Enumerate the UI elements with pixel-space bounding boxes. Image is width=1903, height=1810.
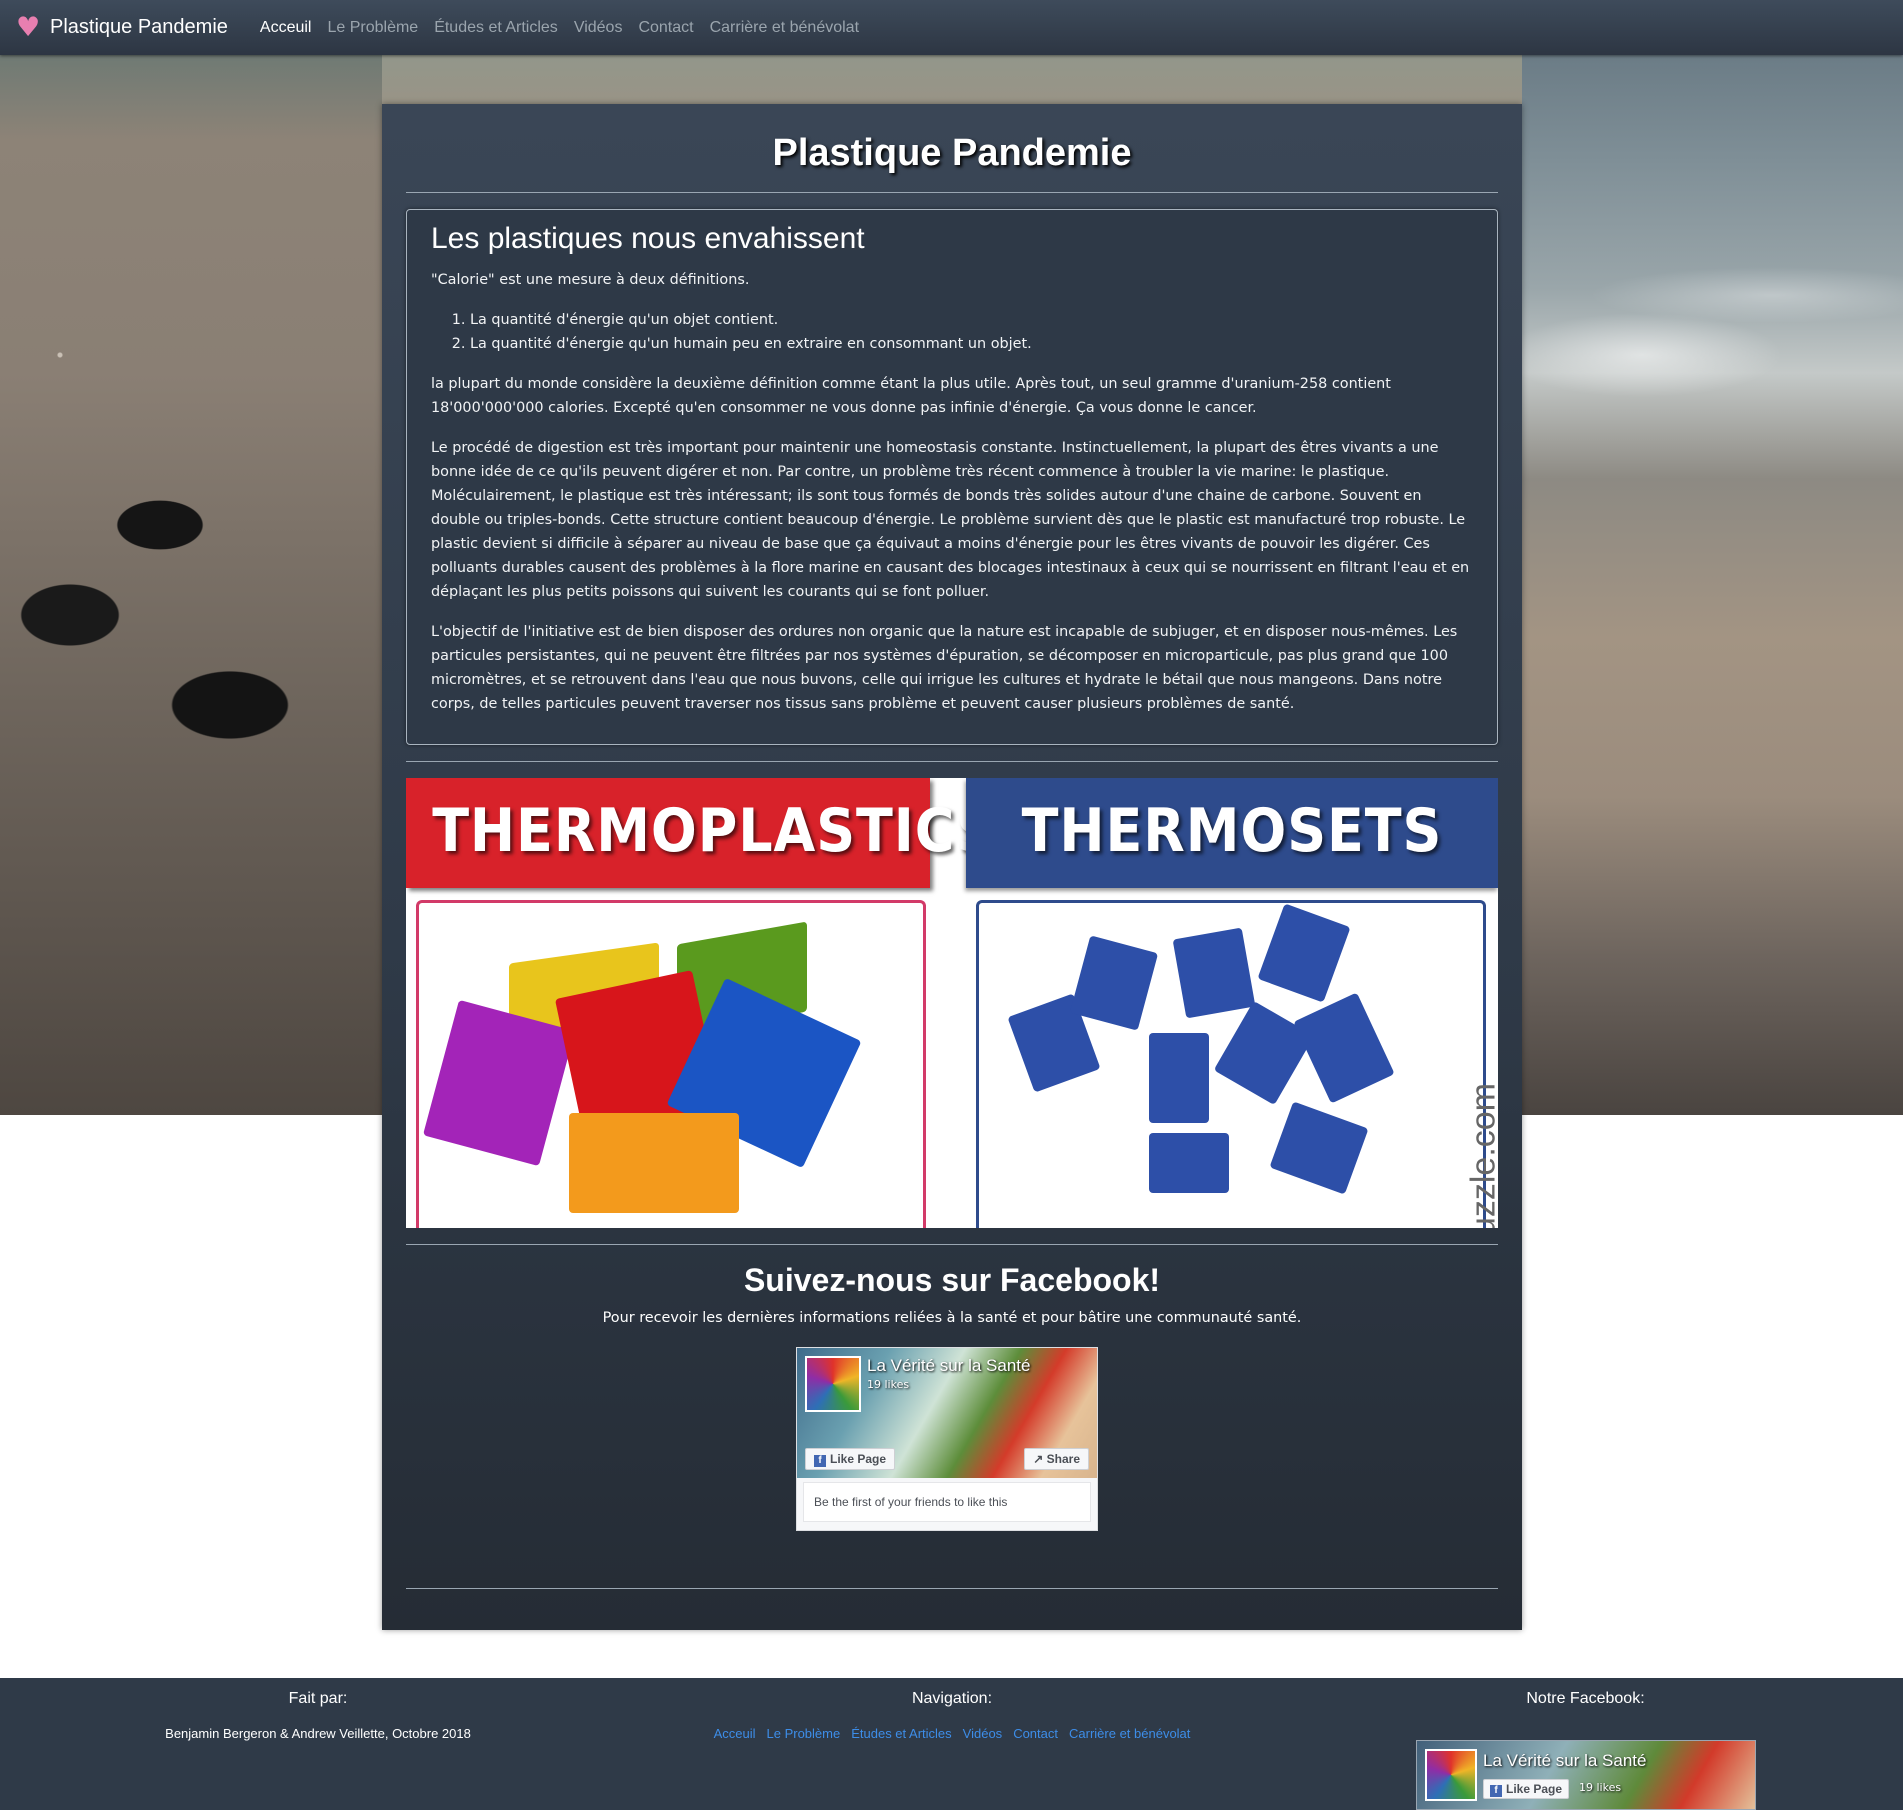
article-paragraph-2: Le procédé de digestion est très importa… <box>431 440 1470 600</box>
nav-links: Acceuil Le Problème Études et Articles V… <box>260 19 859 37</box>
like-page-button[interactable]: f Like Page <box>805 1448 896 1470</box>
footer-link-contact[interactable]: Contact <box>1013 1726 1058 1741</box>
beach-debris-left <box>0 55 382 1115</box>
article-paragraph-3: L'objectif de l'initiative est de bien d… <box>431 624 1458 712</box>
footer-fb-page-name[interactable]: La Vérité sur la Santé <box>1483 1751 1646 1771</box>
footer-link-carriere[interactable]: Carrière et bénévolat <box>1069 1726 1190 1741</box>
lego-bricks-picture <box>416 900 926 1228</box>
footer-authors: Benjamin Bergeron & Andrew Veillette, Oc… <box>165 1726 471 1741</box>
nav-link-etudes-articles[interactable]: Études et Articles <box>434 19 558 37</box>
thermosets-label: THERMOSETS <box>1021 796 1443 866</box>
page-title: Plastique Pandemie <box>772 132 1132 174</box>
facebook-subtitle: Pour recevoir les dernières informations… <box>602 1310 1302 1326</box>
footer-link-etudes-articles[interactable]: Études et Articles <box>851 1726 951 1741</box>
facebook-likes: 19 likes <box>867 1378 910 1391</box>
footer-nav-heading: Navigation: <box>911 1690 993 1707</box>
divider <box>406 761 1498 762</box>
facebook-icon: f <box>814 1455 826 1467</box>
list-item: La quantité d'énergie qu'un humain peu e… <box>470 332 1473 356</box>
footer-link-acceuil[interactable]: Acceuil <box>714 1726 756 1741</box>
article-card: Les plastiques nous envahissent "Calorie… <box>406 209 1498 745</box>
page-avatar[interactable] <box>805 1356 861 1412</box>
share-label: Share <box>1046 1452 1080 1466</box>
facebook-friends-text: Be the first of your friends to like thi… <box>803 1482 1091 1522</box>
article-intro: "Calorie" est une mesure à deux définiti… <box>431 272 750 288</box>
footer-facebook-widget[interactable]: La Vérité sur la Santé f Like Page 19 lik… <box>1416 1740 1756 1810</box>
share-icon: ↗ <box>1033 1452 1047 1466</box>
facebook-page-name[interactable]: La Vérité sur la Santé <box>867 1356 1030 1376</box>
thermoplastics-banner: THERMOPLASTICS <box>406 778 997 888</box>
nav-link-acceuil[interactable]: Acceuil <box>260 19 312 37</box>
divider <box>406 192 1498 193</box>
nav-link-le-probleme[interactable]: Le Problème <box>327 19 418 37</box>
brand-name[interactable]: Plastique Pandemie <box>50 16 228 39</box>
share-button[interactable]: ↗ Share <box>1024 1448 1089 1470</box>
list-item: La quantité d'énergie qu'un objet contie… <box>470 308 1473 332</box>
thermo-image: THERMOPLASTICS THERMOSETS Buzzle.com <box>406 778 1498 1228</box>
footer-made-heading: Fait par: <box>288 1690 348 1707</box>
thermosets-banner: THERMOSETS <box>966 778 1498 888</box>
thermoplastics-label: THERMOPLASTICS <box>432 796 997 866</box>
footer-facebook: Notre Facebook: La Vérité sur la Santé f… <box>1268 1690 1903 1810</box>
footer-like-label: Like Page <box>1506 1782 1563 1796</box>
connectors-picture: Buzzle.com <box>976 900 1498 1228</box>
nav-link-carriere[interactable]: Carrière et bénévolat <box>710 19 859 37</box>
footer-link-le-probleme[interactable]: Le Problème <box>767 1726 841 1741</box>
heart-icon: ♥ <box>16 11 41 43</box>
definition-list: La quantité d'énergie qu'un objet contie… <box>470 308 1473 356</box>
beach-shore-right <box>1522 55 1903 1115</box>
brand[interactable]: ♥ Plastique Pandemie <box>16 11 228 43</box>
nav-link-contact[interactable]: Contact <box>638 19 693 37</box>
divider <box>406 1244 1498 1245</box>
facebook-icon: f <box>1490 1785 1502 1797</box>
facebook-page-widget[interactable]: La Vérité sur la Santé 19 likes f Like Pa… <box>796 1347 1098 1531</box>
facebook-cover[interactable]: La Vérité sur la Santé 19 likes f Like Pa… <box>797 1348 1097 1478</box>
footer-fb-heading: Notre Facebook: <box>1526 1690 1645 1707</box>
buzzle-watermark: Buzzle.com <box>1465 1083 1498 1228</box>
footer-nav-links: Acceuil Le Problème Études et Articles V… <box>636 1726 1268 1741</box>
main-panel: Plastique Pandemie Les plastiques nous e… <box>382 104 1522 1630</box>
footer-link-videos[interactable]: Vidéos <box>963 1726 1003 1741</box>
nav-link-videos[interactable]: Vidéos <box>574 19 623 37</box>
like-page-label: Like Page <box>830 1452 887 1466</box>
footer-fb-likes: 19 likes <box>1579 1781 1622 1794</box>
article-paragraph-1: la plupart du monde considère la deuxièm… <box>431 376 1391 416</box>
footer: Fait par: Benjamin Bergeron & Andrew Vei… <box>0 1678 1903 1810</box>
footer-like-page-button[interactable]: f Like Page <box>1483 1779 1570 1799</box>
navbar: ♥ Plastique Pandemie Acceuil Le Problème… <box>0 0 1903 55</box>
page-avatar[interactable] <box>1425 1749 1477 1801</box>
facebook-heading: Suivez-nous sur Facebook! <box>743 1262 1161 1298</box>
article-heading: Les plastiques nous envahissent <box>431 222 865 255</box>
divider <box>406 1588 1498 1589</box>
footer-made-by: Fait par: Benjamin Bergeron & Andrew Vei… <box>0 1690 636 1741</box>
footer-navigation: Navigation: Acceuil Le Problème Études e… <box>636 1690 1268 1741</box>
